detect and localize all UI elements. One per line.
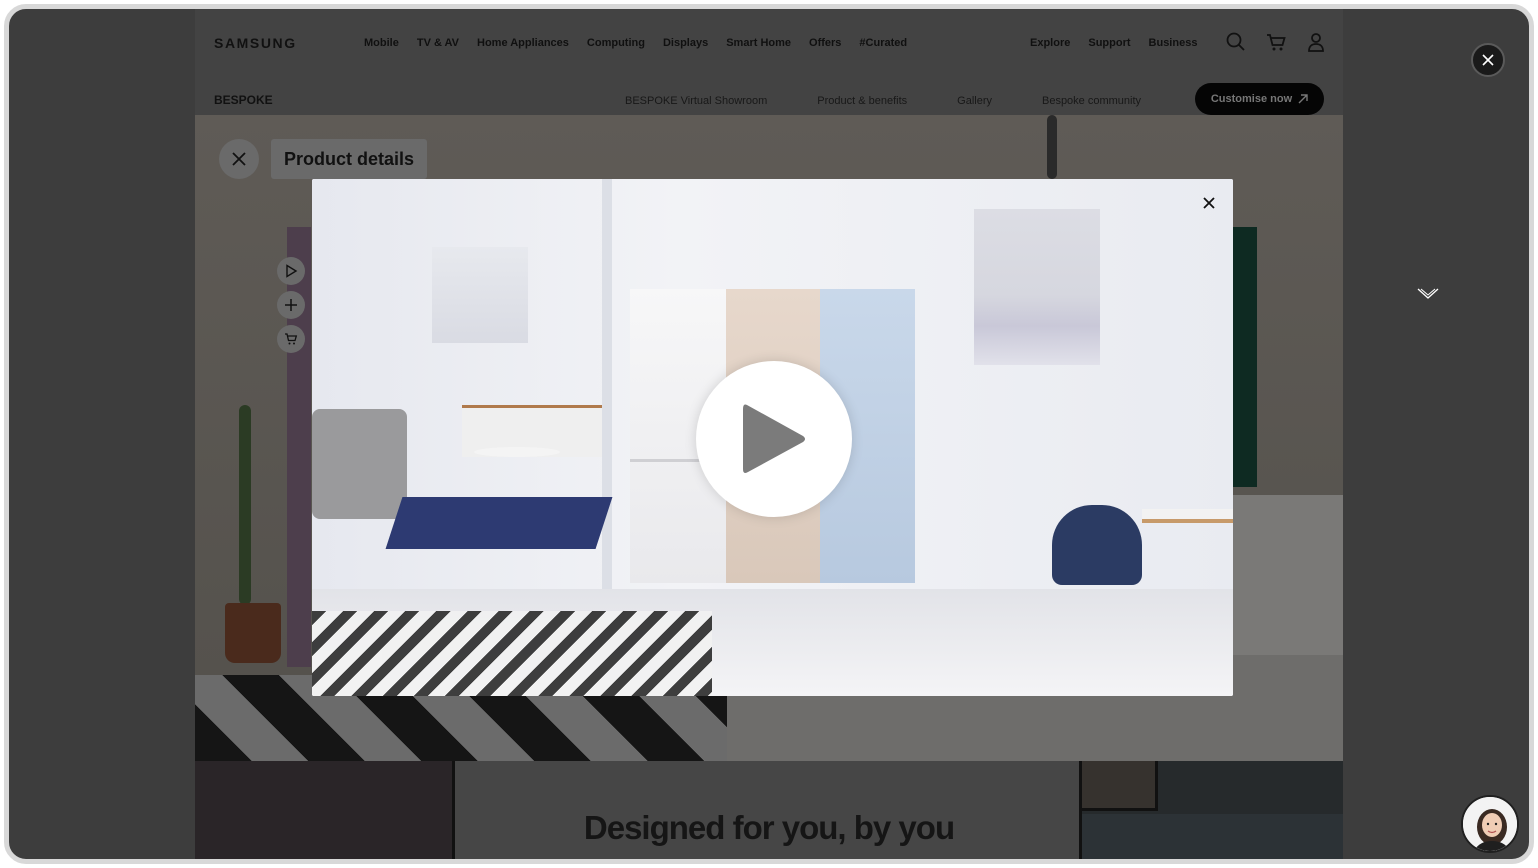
coffee-table — [474, 447, 560, 457]
avatar — [1463, 797, 1517, 851]
bespoke-subnav: BESPOKE BESPOKE Virtual Showroom Product… — [195, 67, 1343, 119]
play-icon — [286, 264, 298, 278]
side-table — [1142, 509, 1233, 523]
modal-close-button[interactable] — [1199, 193, 1219, 213]
product-details-label[interactable]: Product details — [271, 139, 428, 179]
nav-support[interactable]: Support — [1088, 37, 1130, 49]
search-icon[interactable] — [1225, 31, 1247, 53]
nav-tv-av[interactable]: TV & AV — [417, 37, 459, 49]
side-add-button[interactable] — [277, 291, 305, 319]
wall-art-left — [432, 247, 528, 343]
nav-offers[interactable]: Offers — [809, 37, 841, 49]
nav-mobile[interactable]: Mobile — [364, 37, 399, 49]
cart-icon[interactable] — [1265, 31, 1287, 53]
video-modal — [312, 179, 1233, 696]
nav-explore[interactable]: Explore — [1030, 37, 1070, 49]
plant-pot — [225, 603, 281, 663]
utility-nav: Explore Support Business — [1030, 37, 1197, 49]
header-icons — [1225, 31, 1327, 53]
close-icon — [232, 152, 246, 166]
navy-chair — [1052, 505, 1142, 585]
product-details-close-button[interactable] — [219, 139, 259, 179]
subnav-gallery[interactable]: Gallery — [957, 95, 992, 107]
subnav-virtual-showroom[interactable]: BESPOKE Virtual Showroom — [625, 95, 767, 107]
patterned-rug — [312, 611, 712, 696]
nav-displays[interactable]: Displays — [663, 37, 708, 49]
close-icon — [1203, 197, 1215, 209]
overlay-close-button[interactable] — [1471, 43, 1505, 77]
cart-icon — [285, 333, 298, 345]
wall-art-right — [974, 209, 1100, 365]
nav-home-appliances[interactable]: Home Appliances — [477, 37, 569, 49]
subnav-product-benefits[interactable]: Product & benefits — [817, 95, 907, 107]
nav-business[interactable]: Business — [1149, 37, 1198, 49]
global-nav: SAMSUNG Mobile TV & AV Home Appliances C… — [195, 9, 1343, 67]
nav-curated[interactable]: #Curated — [859, 37, 907, 49]
wall-pillar — [602, 179, 612, 589]
close-icon — [1482, 54, 1494, 66]
main-nav: Mobile TV & AV Home Appliances Computing… — [364, 37, 907, 49]
video-play-button[interactable] — [696, 361, 852, 517]
nav-smart-home[interactable]: Smart Home — [726, 37, 791, 49]
side-cart-button[interactable] — [277, 325, 305, 353]
chevron-down-icon[interactable] — [1415, 285, 1441, 303]
bespoke-title[interactable]: BESPOKE — [214, 93, 273, 107]
pendant-lamp — [1047, 115, 1057, 179]
customise-now-label: Customise now — [1210, 93, 1293, 105]
cactus-plant — [239, 405, 251, 605]
section-headline: Designed for you, by you — [583, 809, 955, 846]
block-brown — [1082, 761, 1158, 811]
plus-icon — [285, 299, 297, 311]
grey-sofa — [312, 409, 407, 519]
play-icon — [743, 404, 805, 473]
chat-assistant-avatar[interactable] — [1461, 795, 1519, 853]
subnav-links: BESPOKE Virtual Showroom Product & benef… — [625, 95, 1141, 107]
customise-now-button[interactable]: Customise now — [1195, 83, 1324, 115]
browser-frame: SAMSUNG Mobile TV & AV Home Appliances C… — [4, 4, 1534, 864]
designed-for-you-section: Designed for you, by you — [195, 761, 1343, 859]
external-arrow-icon — [1298, 94, 1308, 104]
navy-rug — [385, 497, 613, 549]
subnav-bespoke-community[interactable]: Bespoke community — [1042, 95, 1141, 107]
samsung-logo[interactable]: SAMSUNG — [214, 35, 297, 51]
marble-counter — [1225, 495, 1343, 655]
user-icon[interactable] — [1305, 31, 1327, 53]
side-play-button[interactable] — [277, 257, 305, 285]
nav-computing[interactable]: Computing — [587, 37, 645, 49]
